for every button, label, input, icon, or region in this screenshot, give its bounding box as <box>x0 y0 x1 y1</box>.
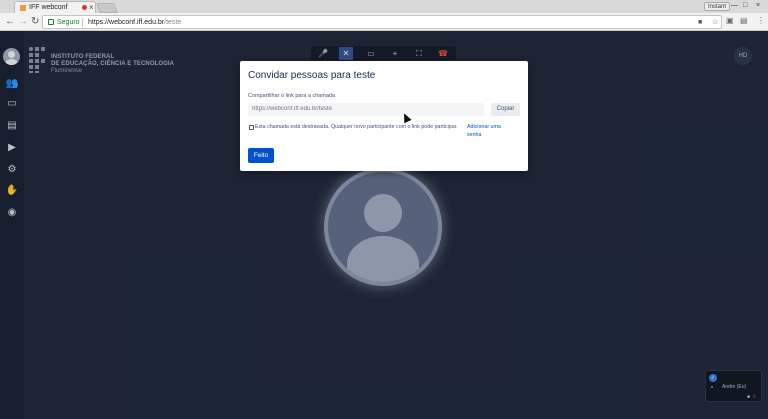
dialog-title: Convidar pessoas para teste <box>248 70 376 81</box>
browser-tab[interactable]: IFF webconf × <box>14 1 96 13</box>
favicon-icon <box>20 5 26 11</box>
extension-icon[interactable]: ▤ <box>740 14 748 28</box>
tab-title: IFF webconf <box>29 4 68 11</box>
browser-menu-icon[interactable]: ⋮ <box>757 14 765 28</box>
browser-tab-strip: IFF webconf × Instant — □ × <box>0 0 768 13</box>
bookmark-star-icon[interactable]: ☆ <box>712 17 718 28</box>
url-host: https://webconf.iff.edu.br <box>88 19 165 26</box>
extension-icon[interactable]: ▣ <box>726 14 734 28</box>
browser-toolbar: ← → ↻ Seguro https://webconf.iff.edu.br/… <box>0 13 768 31</box>
browser-profile-button[interactable]: Instant <box>704 2 731 11</box>
secure-label: Seguro <box>57 19 80 26</box>
url-text: https://webconf.iff.edu.br/teste <box>88 17 181 28</box>
reload-icon[interactable]: ↻ <box>31 15 39 29</box>
lock-status-note: Esta chamada está destravada. Qualquer n… <box>255 124 458 130</box>
invite-dialog: Convidar pessoas para teste Compartilhar… <box>240 61 528 171</box>
url-divider <box>82 18 83 27</box>
tab-close-icon[interactable]: × <box>89 2 94 13</box>
window-close-icon[interactable]: × <box>756 1 760 11</box>
unlocked-icon <box>249 125 254 130</box>
window-maximize-icon[interactable]: □ <box>743 1 747 11</box>
share-link-label: Compartilhar o link para a chamada <box>248 93 336 99</box>
camera-permission-icon[interactable]: ■ <box>698 17 702 28</box>
url-path: /teste <box>164 19 182 26</box>
copy-link-button[interactable]: Copiar <box>491 103 520 116</box>
add-password-link[interactable]: Adicionar uma senha <box>467 123 513 139</box>
meeting-link-input[interactable] <box>248 103 484 116</box>
recording-indicator-icon <box>82 5 87 10</box>
done-button[interactable]: Feito <box>248 148 274 163</box>
back-icon[interactable]: ← <box>5 15 15 29</box>
address-bar[interactable]: Seguro https://webconf.iff.edu.br/teste … <box>42 15 722 29</box>
forward-icon[interactable]: → <box>18 15 28 29</box>
window-minimize-icon[interactable]: — <box>731 1 738 11</box>
new-tab-button[interactable] <box>96 3 118 13</box>
lock-icon <box>48 19 54 25</box>
